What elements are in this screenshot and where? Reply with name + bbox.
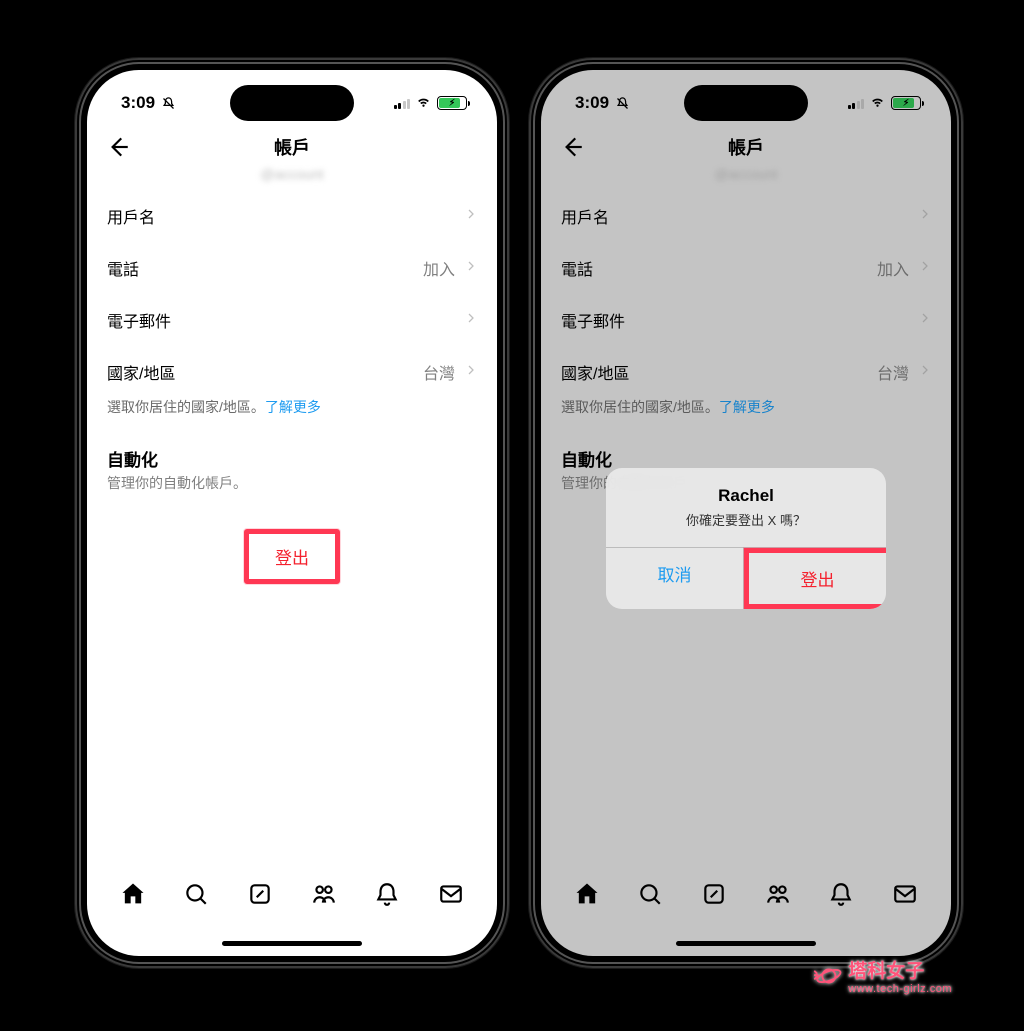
tab-home[interactable] — [119, 880, 147, 908]
battery-icon: ⚡︎ — [437, 96, 467, 110]
alert-backdrop: Rachel 你確定要登出 X 嗎？ 取消 登出 — [541, 70, 951, 956]
mute-icon — [161, 96, 176, 111]
email-label: 電子郵件 — [107, 308, 171, 332]
tab-messages[interactable] — [437, 880, 465, 908]
watermark-url: www.tech-girlz.com — [848, 983, 952, 995]
back-button[interactable] — [105, 134, 131, 160]
logout-button[interactable]: 登出 — [244, 529, 340, 584]
screen-left: 3:09 ⚡︎ 帳戶 @accou — [87, 70, 497, 956]
clock: 3:09 — [121, 93, 155, 113]
learn-more-link[interactable]: 了解更多 — [265, 399, 321, 415]
tab-notifications[interactable] — [373, 880, 401, 908]
row-username[interactable]: 用戶名 — [87, 190, 497, 242]
chevron-right-icon — [465, 310, 477, 331]
watermark: 塔科女子 www.tech-girlz.com — [812, 956, 952, 995]
automation-title[interactable]: 自動化 — [87, 432, 497, 473]
phone-value: 加入 — [423, 256, 455, 280]
chevron-right-icon — [465, 206, 477, 227]
tab-compose[interactable] — [246, 880, 274, 908]
automation-subtitle: 管理你的自動化帳戶。 — [87, 473, 497, 503]
logout-alert: Rachel 你確定要登出 X 嗎？ 取消 登出 — [606, 468, 886, 609]
page-subtitle: @account — [87, 166, 497, 182]
alert-title: Rachel — [606, 468, 886, 510]
country-hint: 選取你居住的國家/地區。了解更多 — [87, 398, 497, 432]
phone-label: 電話 — [107, 256, 139, 280]
row-email[interactable]: 電子郵件 — [87, 294, 497, 346]
chevron-right-icon — [465, 258, 477, 279]
tab-search[interactable] — [182, 880, 210, 908]
alert-confirm-button[interactable]: 登出 — [744, 548, 886, 609]
screen-right: 3:09 ⚡︎ 帳戶 @accou — [541, 70, 951, 956]
country-hint-text: 選取你居住的國家/地區。 — [107, 399, 265, 415]
page-title: 帳戶 — [274, 134, 310, 160]
tab-communities[interactable] — [310, 880, 338, 908]
phone-right: 3:09 ⚡︎ 帳戶 @accou — [529, 58, 963, 968]
chevron-right-icon — [465, 362, 477, 383]
dynamic-island — [684, 85, 808, 121]
phone-left: 3:09 ⚡︎ 帳戶 @accou — [75, 58, 509, 968]
country-value: 台灣 — [423, 360, 455, 384]
alert-message: 你確定要登出 X 嗎？ — [606, 510, 886, 547]
username-label: 用戶名 — [107, 204, 155, 228]
watermark-name: 塔科女子 — [848, 961, 924, 982]
row-country[interactable]: 國家/地區 台灣 — [87, 346, 497, 398]
page-header: 帳戶 — [87, 124, 497, 170]
alert-cancel-button[interactable]: 取消 — [606, 548, 744, 609]
country-label: 國家/地區 — [107, 360, 175, 384]
home-indicator[interactable] — [222, 941, 362, 946]
row-phone[interactable]: 電話 加入 — [87, 242, 497, 294]
wifi-icon — [415, 93, 432, 113]
dynamic-island — [230, 85, 354, 121]
cellular-icon — [394, 97, 411, 109]
